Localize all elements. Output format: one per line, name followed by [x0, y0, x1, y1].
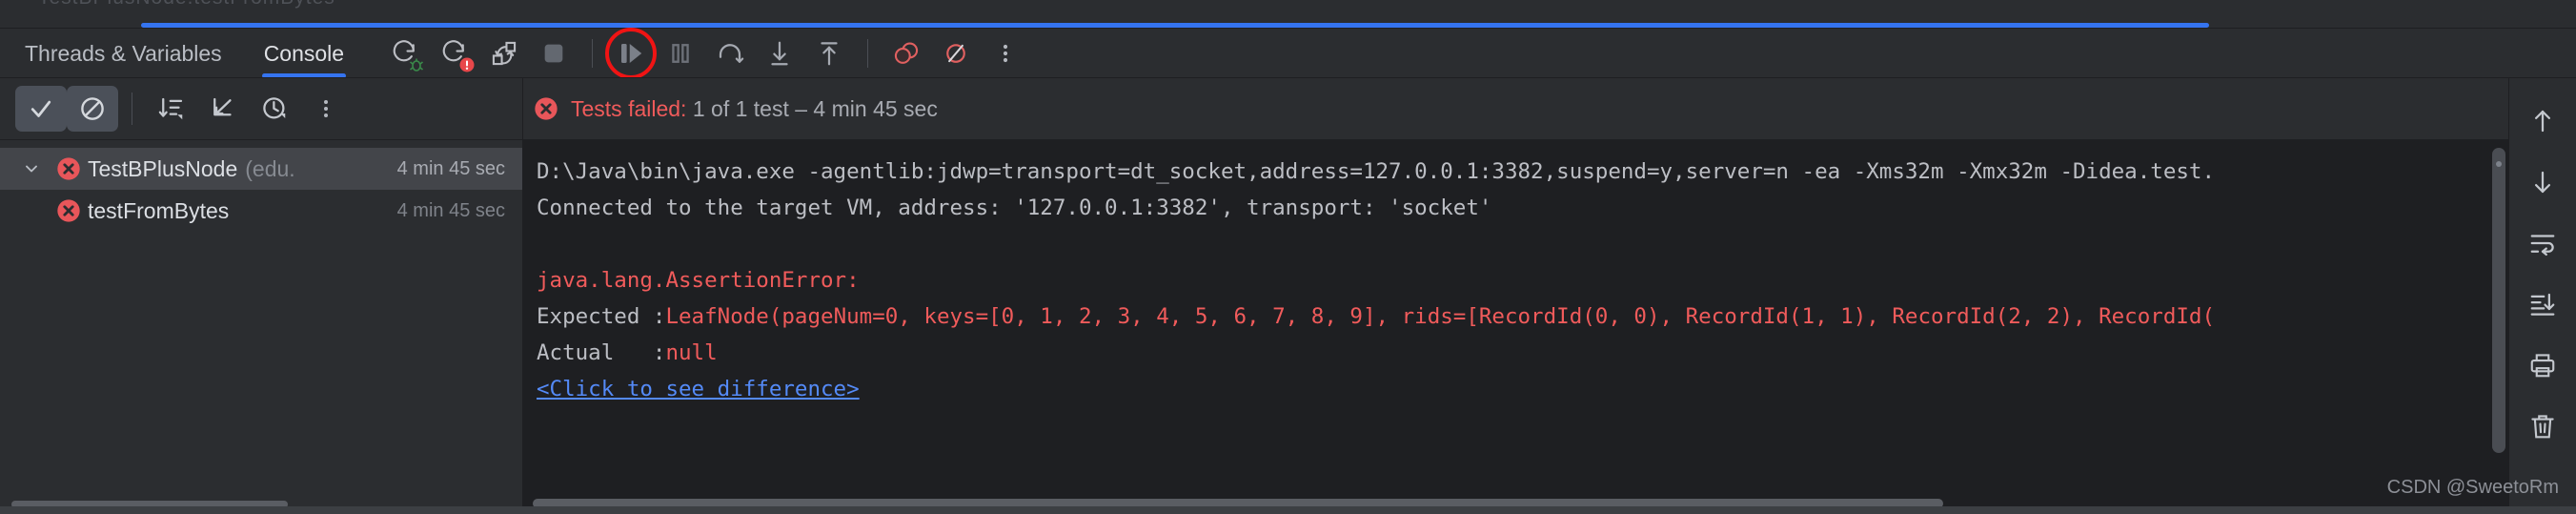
console-line-actual: Actual :null	[537, 335, 2509, 371]
mute-breakpoints-icon[interactable]	[931, 32, 981, 74]
stop-icon[interactable]	[529, 32, 578, 74]
view-breakpoints-icon[interactable]	[882, 32, 931, 74]
test-status-bar: Tests failed: 1 of 1 test – 4 min 45 sec	[523, 78, 2576, 139]
test-class-package: (edu.	[245, 155, 295, 181]
scroll-down-icon[interactable]	[2519, 160, 2566, 204]
actual-value: null	[665, 340, 718, 365]
test-failed-icon	[50, 155, 88, 182]
test-failed-icon	[533, 95, 559, 122]
test-history-icon[interactable]	[249, 86, 300, 132]
scroll-up-icon[interactable]	[2519, 99, 2566, 143]
scroll-to-end-icon[interactable]	[2519, 282, 2566, 326]
watermark: CSDN @SweetoRm	[2386, 477, 2559, 498]
tab-bar: Threads & Variables Console	[0, 28, 2576, 79]
test-status-title: Tests failed:	[571, 95, 687, 121]
test-results-panel: TestBPlusNode (edu. 4 min 45 sec testFro…	[0, 78, 522, 514]
resume-program-icon[interactable]	[605, 28, 658, 79]
step-into-icon[interactable]	[755, 32, 804, 74]
tab-console[interactable]: Console	[243, 29, 365, 78]
toolbar-separator-1	[592, 39, 594, 68]
more-options-icon[interactable]	[300, 86, 352, 132]
console-line-command: D:\Java\bin\java.exe -agentlib:jdwp=tran…	[537, 159, 2215, 184]
expected-label: Expected :	[537, 304, 666, 329]
bottom-bar	[0, 506, 2576, 514]
console-line-diff-link[interactable]: <Click to see difference>	[537, 371, 2509, 407]
tab-console-label: Console	[263, 40, 345, 66]
test-results-toolbar	[0, 78, 522, 139]
clear-all-icon[interactable]	[2519, 404, 2566, 448]
console-panel: Tests failed: 1 of 1 test – 4 min 45 sec…	[523, 78, 2576, 514]
console-line-assertion-error: java.lang.AssertionError:	[537, 268, 860, 293]
test-method-duration: 4 min 45 sec	[396, 199, 505, 221]
test-class-name: TestBPlusNode	[88, 155, 238, 181]
expand-collapse-icon[interactable]	[197, 86, 249, 132]
expected-value: LeafNode(pageNum=0, keys=[0, 1, 2, 3, 4,…	[665, 304, 2216, 329]
toolbar-separator-2	[867, 39, 869, 68]
console-line-connected: Connected to the target VM, address: '12…	[537, 195, 1492, 220]
toggle-auto-test-icon[interactable]	[479, 32, 529, 74]
test-tree-row-class[interactable]: TestBPlusNode (edu. 4 min 45 sec	[0, 148, 522, 190]
scrollbar-marker	[2496, 161, 2502, 167]
more-options-icon[interactable]	[981, 32, 1030, 74]
ghost-title-text: TestBPlusNode.testFromBytes	[38, 0, 335, 9]
step-over-icon[interactable]	[705, 32, 755, 74]
ghost-run-config-title: TestBPlusNode.testFromBytes	[38, 0, 335, 10]
console-vertical-scrollbar[interactable]	[2492, 148, 2505, 453]
tab-threads-variables[interactable]: Threads & Variables	[0, 29, 243, 78]
tab-threads-variables-label: Threads & Variables	[25, 40, 222, 66]
test-failed-icon	[50, 197, 88, 224]
rerun-debug-icon[interactable]	[380, 32, 430, 74]
console-side-toolbar	[2509, 78, 2576, 514]
console-line-expected: Expected :LeafNode(pageNum=0, keys=[0, 1…	[537, 298, 2509, 335]
test-status-text: Tests failed: 1 of 1 test – 4 min 45 sec	[571, 96, 938, 122]
console-output[interactable]: D:\Java\bin\java.exe -agentlib:jdwp=tran…	[523, 140, 2509, 514]
test-tree-row-method[interactable]: testFromBytes 4 min 45 sec	[0, 190, 522, 232]
test-status-detail: 1 of 1 test – 4 min 45 sec	[686, 95, 938, 121]
test-class-duration: 4 min 45 sec	[396, 157, 505, 179]
sort-by-duration-icon[interactable]	[146, 86, 197, 132]
test-method-name: testFromBytes	[88, 197, 230, 223]
chevron-down-icon[interactable]	[13, 159, 50, 178]
pause-program-icon[interactable]	[656, 32, 705, 74]
step-out-icon[interactable]	[804, 32, 854, 74]
show-passed-icon[interactable]	[15, 86, 67, 132]
soft-wrap-icon[interactable]	[2519, 221, 2566, 265]
debug-toolbar	[380, 28, 1030, 79]
debug-tool-window: TestBPlusNode.testFromBytes Threads & Va…	[0, 0, 2576, 514]
show-ignored-icon[interactable]	[67, 86, 118, 132]
actual-label: Actual :	[537, 340, 666, 365]
print-icon[interactable]	[2519, 343, 2566, 387]
rerun-failed-tests-icon[interactable]	[430, 32, 479, 74]
test-tree: TestBPlusNode (edu. 4 min 45 sec testFro…	[0, 140, 522, 232]
